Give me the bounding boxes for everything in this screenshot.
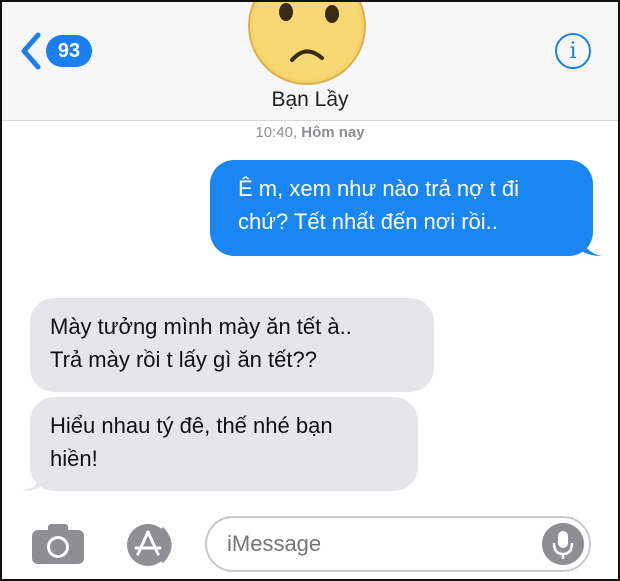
- incoming-message-bubble[interactable]: Hiểu nhau tý đê, thế nhé bạn hiền!: [30, 397, 418, 491]
- incoming-message-bubble[interactable]: Mày tưởng mình mày ăn tết à.. Trả mày rồ…: [30, 298, 434, 392]
- timestamp-time: 10:40,: [255, 124, 298, 141]
- message-timestamp: 10:40, Hôm nay: [2, 124, 618, 141]
- messages-screen: 93 i Bạn Lầy 10:40, Hôm nay Ê m, xem như…: [0, 0, 620, 581]
- incoming-bubble-tail: [22, 465, 46, 491]
- camera-icon[interactable]: [30, 522, 86, 566]
- contact-avatar[interactable]: [246, 0, 368, 88]
- contact-name[interactable]: Bạn Lầy: [2, 88, 618, 112]
- microphone-icon[interactable]: [542, 523, 584, 565]
- chevron-left-icon: [21, 32, 41, 70]
- conversation-header: 93 i Bạn Lầy: [2, 2, 618, 121]
- message-line: chứ? Tết nhất đến nơi rồi..: [238, 209, 498, 234]
- message-line: Ê m, xem như nào trả nợ t đi: [238, 176, 520, 201]
- outgoing-message-bubble[interactable]: Ê m, xem như nào trả nợ t đi chứ? Tết nh…: [210, 160, 593, 256]
- unread-count-badge: 93: [46, 35, 92, 67]
- app-store-icon[interactable]: [118, 522, 178, 568]
- outgoing-bubble-tail: [578, 230, 602, 256]
- imessage-input[interactable]: [205, 516, 591, 572]
- message-line: Hiểu nhau tý đê, thế nhé bạn: [50, 413, 333, 438]
- back-button[interactable]: 93: [18, 30, 98, 72]
- info-button[interactable]: i: [555, 33, 591, 69]
- info-icon: i: [569, 38, 577, 64]
- message-line: hiền!: [50, 446, 98, 471]
- message-line: Mày tưởng mình mày ăn tết à..: [50, 314, 352, 339]
- timestamp-day: Hôm nay: [301, 124, 365, 141]
- message-line: Trả mày rồi t lấy gì ăn tết??: [50, 347, 317, 372]
